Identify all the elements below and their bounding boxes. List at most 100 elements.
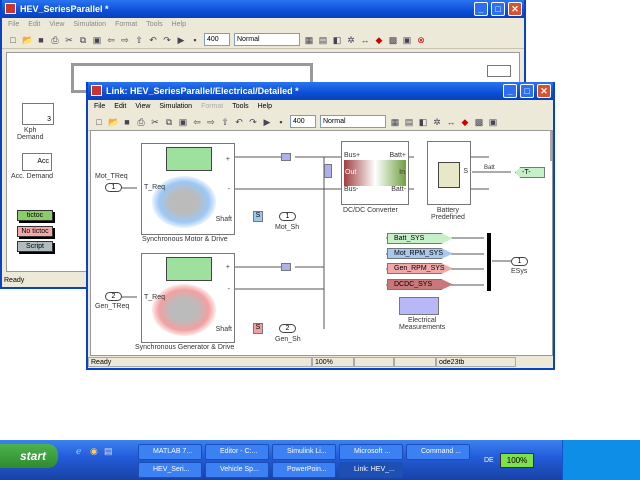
record-icon[interactable]: ⊗ (416, 35, 426, 45)
profiler-icon[interactable]: ◆ (374, 35, 384, 45)
outport-block[interactable] (487, 65, 511, 77)
menu-view[interactable]: View (49, 21, 64, 28)
generator-bus-connector[interactable] (281, 263, 291, 271)
new-icon[interactable]: □ (8, 35, 18, 45)
battery-meter[interactable]: 100% (500, 453, 534, 468)
dcdc-converter-block[interactable]: Bus+ Bus- Batt+ Batt- Out In (341, 141, 409, 205)
undo-icon[interactable]: ↶ (148, 35, 158, 45)
library-icon[interactable]: ▦ (390, 117, 400, 127)
mot-rpm-sys-tag[interactable]: Mot_RPM_SYS (387, 248, 453, 259)
task-powerpoint[interactable]: PowerPoin... (272, 462, 336, 478)
kph-demand-block[interactable]: 3 (22, 103, 54, 125)
menu-view[interactable]: View (135, 103, 150, 110)
settings-icon[interactable]: ✲ (346, 35, 356, 45)
open-icon[interactable]: 📂 (22, 35, 33, 45)
viewer-icon[interactable]: ▣ (488, 117, 498, 127)
mot-treq-inport[interactable]: 1 (105, 183, 122, 192)
goto-tag[interactable]: -T- (515, 167, 545, 178)
dcdc-sys-tag[interactable]: DCDC_SYS (387, 279, 453, 290)
close-button[interactable]: ✕ (537, 84, 551, 98)
settings-icon[interactable]: ✲ (432, 117, 442, 127)
undo-icon[interactable]: ↶ (234, 117, 244, 127)
menu-file[interactable]: File (8, 21, 19, 28)
menu-edit[interactable]: Edit (114, 103, 126, 110)
print-icon[interactable]: ⎙ (136, 117, 146, 127)
close-button[interactable]: ✕ (508, 2, 522, 16)
stop-icon[interactable]: ▪ (276, 117, 286, 127)
new-icon[interactable]: □ (94, 117, 104, 127)
menu-tools[interactable]: Tools (232, 103, 248, 110)
cut-icon[interactable]: ✂ (64, 35, 74, 45)
synchronous-motor-drive-block[interactable]: T_Req + - Shaft (141, 143, 235, 235)
media-icon[interactable]: ◉ (90, 446, 98, 457)
task-microsoft[interactable]: Microsoft ... (339, 444, 403, 460)
paste-icon[interactable]: ▣ (178, 117, 188, 127)
sim-mode-select[interactable]: Normal (234, 33, 300, 46)
menu-simulation[interactable]: Simulation (159, 103, 192, 110)
bus-creator-block[interactable] (487, 233, 491, 291)
save-icon[interactable]: ■ (122, 117, 132, 127)
gen-treq-inport[interactable]: 2 (105, 292, 122, 301)
back-icon[interactable]: ⇦ (106, 35, 116, 45)
menu-file[interactable]: File (94, 103, 105, 110)
forward-icon[interactable]: ⇨ (206, 117, 216, 127)
model-explorer-icon[interactable]: ▤ (404, 117, 414, 127)
back-icon[interactable]: ⇦ (192, 117, 202, 127)
menu-help[interactable]: Help (172, 21, 186, 28)
capacitor-block[interactable] (324, 164, 332, 178)
profiler-icon[interactable]: ◆ (460, 117, 470, 127)
script-button[interactable]: Script (17, 241, 53, 252)
menu-simulation[interactable]: Simulation (73, 21, 106, 28)
stop-icon[interactable]: ▪ (190, 35, 200, 45)
esys-outport[interactable]: 1 (511, 257, 528, 266)
electrical-measurements-block[interactable] (399, 297, 439, 315)
gen-rpm-sys-tag[interactable]: Gen_RPM_SYS (387, 263, 453, 274)
task-hev-series[interactable]: HEV_Seri... (138, 462, 202, 478)
gen-sh-outport[interactable]: 2 (279, 324, 296, 333)
fit-icon[interactable]: ↔ (446, 117, 456, 127)
debug-icon[interactable]: ◧ (332, 35, 342, 45)
menu-format[interactable]: Format (201, 103, 223, 110)
front-canvas[interactable]: T_Req + - Shaft Synchronous Motor & Driv… (90, 130, 553, 356)
scope-icon[interactable]: ▩ (388, 35, 398, 45)
no-tictoc-button[interactable]: No tictoc (17, 226, 53, 237)
maximize-button[interactable]: □ (491, 2, 505, 16)
save-icon[interactable]: ■ (36, 35, 46, 45)
acc-demand-block[interactable]: Acc (22, 153, 52, 171)
tictoc-button[interactable]: tictoc (17, 210, 53, 221)
generator-sensor-block[interactable]: S (253, 323, 263, 334)
up-icon[interactable]: ⇧ (134, 35, 144, 45)
menu-tools[interactable]: Tools (146, 21, 162, 28)
redo-icon[interactable]: ↷ (162, 35, 172, 45)
sim-mode-select[interactable]: Normal (320, 115, 386, 128)
minimize-button[interactable]: _ (474, 2, 488, 16)
stop-time-input[interactable]: 400 (290, 115, 316, 128)
model-explorer-icon[interactable]: ▤ (318, 35, 328, 45)
batt-sys-tag[interactable]: Batt_SYS (387, 233, 453, 244)
minimize-button[interactable]: _ (503, 84, 517, 98)
task-vehicle-spec[interactable]: Vehicle Sp... (205, 462, 269, 478)
menu-edit[interactable]: Edit (28, 21, 40, 28)
scope-icon[interactable]: ▩ (474, 117, 484, 127)
cut-icon[interactable]: ✂ (150, 117, 160, 127)
task-link-hev[interactable]: Link: HEV_... (339, 462, 403, 478)
desktop-icon[interactable]: ▤ (104, 446, 113, 457)
viewer-icon[interactable]: ▣ (402, 35, 412, 45)
copy-icon[interactable]: ⧉ (78, 35, 88, 45)
play-icon[interactable]: ▶ (176, 35, 186, 45)
battery-block[interactable]: S (427, 141, 471, 205)
task-command[interactable]: Command ... (406, 444, 470, 460)
back-title-bar[interactable]: HEV_SeriesParallel * _ □ ✕ (2, 0, 524, 18)
ie-icon[interactable]: ℯ (76, 446, 81, 457)
forward-icon[interactable]: ⇨ (120, 35, 130, 45)
motor-sensor-block[interactable]: S (253, 211, 263, 222)
task-editor[interactable]: Editor - C:... (205, 444, 269, 460)
redo-icon[interactable]: ↷ (248, 117, 258, 127)
task-matlab[interactable]: MATLAB 7... (138, 444, 202, 460)
language-indicator[interactable]: DE (484, 457, 494, 464)
task-simulink-library[interactable]: Simulink Li... (272, 444, 336, 460)
stop-time-input[interactable]: 400 (204, 33, 230, 46)
debug-icon[interactable]: ◧ (418, 117, 428, 127)
copy-icon[interactable]: ⧉ (164, 117, 174, 127)
print-icon[interactable]: ⎙ (50, 35, 60, 45)
